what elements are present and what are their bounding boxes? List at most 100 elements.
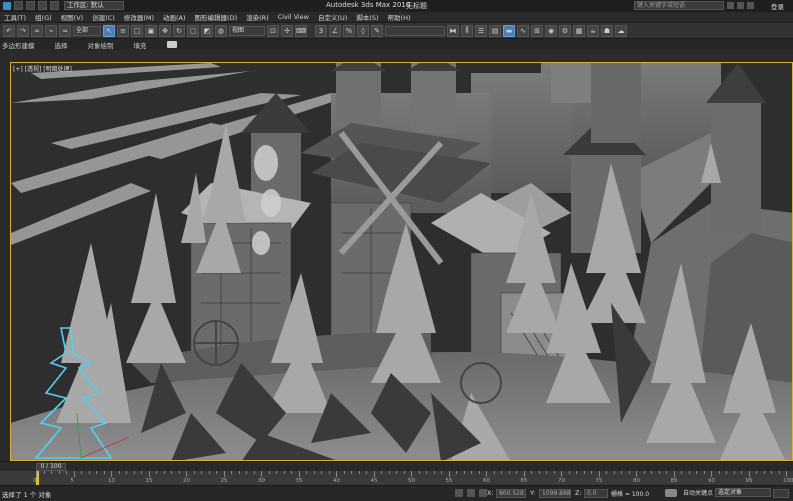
new-file-icon[interactable]: [14, 1, 23, 10]
menu-item[interactable]: 修改器(M): [124, 12, 154, 22]
user-icon[interactable]: [747, 2, 754, 9]
app-logo-icon[interactable]: [3, 2, 11, 10]
grid-size: 栅格 = 100.0: [611, 491, 650, 498]
set-key-icon[interactable]: [665, 489, 677, 497]
select-object-icon[interactable]: ↖: [103, 24, 115, 37]
save-file-icon[interactable]: [38, 1, 47, 10]
selection-filter-dropdown[interactable]: 全部: [73, 25, 101, 36]
unlink-icon[interactable]: ⌁: [45, 24, 57, 37]
perspective-viewport[interactable]: [+] [透视] [明暗处理]: [10, 62, 793, 461]
timeline-tick: [411, 471, 412, 477]
menu-item[interactable]: 工具(T): [4, 12, 26, 22]
snap-3d-icon[interactable]: 3: [315, 24, 327, 37]
timeline-tick: [133, 471, 135, 474]
autokey-button[interactable]: 自动关键点: [683, 488, 713, 497]
ribbon-tab-poly-modeling[interactable]: 多边形建模: [2, 40, 35, 50]
timeline-tick: [36, 471, 37, 477]
move-icon[interactable]: ✥: [159, 24, 171, 37]
scale-icon[interactable]: ▢: [187, 24, 199, 37]
rotate-icon[interactable]: ↻: [173, 24, 185, 37]
timeline-tick: [246, 471, 247, 474]
ribbon-options-icon[interactable]: [166, 41, 177, 48]
menu-item[interactable]: 视图(V): [61, 12, 84, 22]
schematic-view-icon[interactable]: ⊞: [531, 24, 543, 37]
undo-icon[interactable]: ↶: [3, 24, 15, 37]
isolate-icon[interactable]: [467, 489, 475, 497]
link-icon[interactable]: ∞: [31, 24, 43, 37]
menu-item[interactable]: 创建(C): [92, 12, 115, 22]
timeline-tick: [366, 471, 367, 474]
timeline-tick: [306, 471, 307, 474]
render-online-icon[interactable]: ☁: [615, 24, 627, 37]
timeline-tick: [103, 471, 105, 474]
placement-icon[interactable]: ◍: [215, 24, 227, 37]
scene-explorer-icon[interactable]: ☰: [475, 24, 487, 37]
time-slider[interactable]: 0 / 100: [36, 463, 66, 471]
place-icon[interactable]: ◩: [201, 24, 213, 37]
y-coord-field[interactable]: 1099.888: [539, 489, 571, 498]
selection-set-dropdown[interactable]: 选定对象: [715, 488, 771, 497]
redo-icon[interactable]: ↷: [17, 24, 29, 37]
search-input[interactable]: 键入关键字或短语: [634, 1, 724, 10]
render-iterative-icon[interactable]: ☗: [601, 24, 613, 37]
viewport-label[interactable]: [+] [透视] [明暗处理]: [13, 64, 72, 73]
menu-item[interactable]: 自定义(U): [318, 12, 347, 22]
ribbon-toggle-icon[interactable]: ▬: [503, 24, 515, 37]
timeline-tick-label: 60: [483, 478, 490, 484]
percent-snap-icon[interactable]: %: [343, 24, 355, 37]
keyboard-shortcut-icon[interactable]: ⌨: [295, 24, 307, 37]
pivot-center-icon[interactable]: ⊡: [267, 24, 279, 37]
timeline-tick: [238, 471, 240, 474]
timeline-tick: [43, 471, 45, 474]
undo-icon[interactable]: [50, 1, 59, 10]
render-setup-icon[interactable]: ⚙: [559, 24, 571, 37]
timeline-tick: [433, 471, 435, 474]
rendered-frame-icon[interactable]: ▦: [573, 24, 585, 37]
playback-controls[interactable]: [773, 489, 789, 498]
menu-item[interactable]: 图形编辑器(D): [195, 12, 238, 22]
login-button[interactable]: 登录: [771, 1, 784, 11]
timeline-tick: [703, 471, 705, 474]
menu-item[interactable]: 组(G): [35, 12, 52, 22]
workspace-dropdown[interactable]: 工作区: 默认: [64, 1, 124, 10]
ribbon-tab-populate[interactable]: 填充: [134, 40, 147, 50]
select-manipulate-icon[interactable]: ✢: [281, 24, 293, 37]
menu-item[interactable]: 动画(A): [163, 12, 186, 22]
track-bar[interactable]: 0 5 10 15 20 25 30 35 40 45 50 55 60 65 70 75 80 85 90 95 10…: [0, 471, 793, 485]
mirror-icon[interactable]: ⧓: [447, 24, 459, 37]
timeline-tick-label: 30: [258, 478, 265, 484]
timeline-tick-label: 90: [708, 478, 715, 484]
ribbon-tab-object-paint[interactable]: 对象绘制: [88, 40, 114, 50]
absolute-mode-icon[interactable]: [479, 489, 487, 497]
star-icon[interactable]: [737, 2, 744, 9]
open-file-icon[interactable]: [26, 1, 35, 10]
angle-snap-icon[interactable]: ∠: [329, 24, 341, 37]
spinner-snap-icon[interactable]: ◊: [357, 24, 369, 37]
render-production-icon[interactable]: ☕: [587, 24, 599, 37]
material-editor-icon[interactable]: ◉: [545, 24, 557, 37]
bind-spacewarp-icon[interactable]: ≈: [59, 24, 71, 37]
menu-item[interactable]: 渲染(R): [246, 12, 269, 22]
timeline-tick: [403, 471, 405, 474]
lock-icon[interactable]: [455, 489, 463, 497]
select-by-name-icon[interactable]: ≡: [117, 24, 129, 37]
menu-item[interactable]: Civil View: [278, 13, 309, 21]
curve-editor-icon[interactable]: ∿: [517, 24, 529, 37]
menu-item[interactable]: 脚本(S): [356, 12, 378, 22]
timeline-tick: [321, 471, 322, 474]
named-selection-dropdown[interactable]: [385, 25, 445, 36]
ribbon-tab-selection[interactable]: 选择: [55, 40, 68, 50]
x-coord-field[interactable]: 800.528: [496, 489, 526, 498]
edit-named-sets-icon[interactable]: ✎: [371, 24, 383, 37]
z-coord-field[interactable]: 0.0: [584, 489, 608, 498]
window-crossing-icon[interactable]: ▣: [145, 24, 157, 37]
ref-coord-dropdown[interactable]: 视图: [229, 25, 265, 36]
binoculars-icon[interactable]: [727, 2, 734, 9]
timeline-tick: [651, 471, 652, 474]
align-icon[interactable]: ⫼: [461, 24, 473, 37]
menu-item[interactable]: 帮助(H): [388, 12, 411, 22]
workspace-selector[interactable]: 工作区: 默认: [64, 1, 124, 10]
left-strip: [0, 50, 10, 461]
layer-explorer-icon[interactable]: ▤: [489, 24, 501, 37]
rect-selection-icon[interactable]: □: [131, 24, 143, 37]
